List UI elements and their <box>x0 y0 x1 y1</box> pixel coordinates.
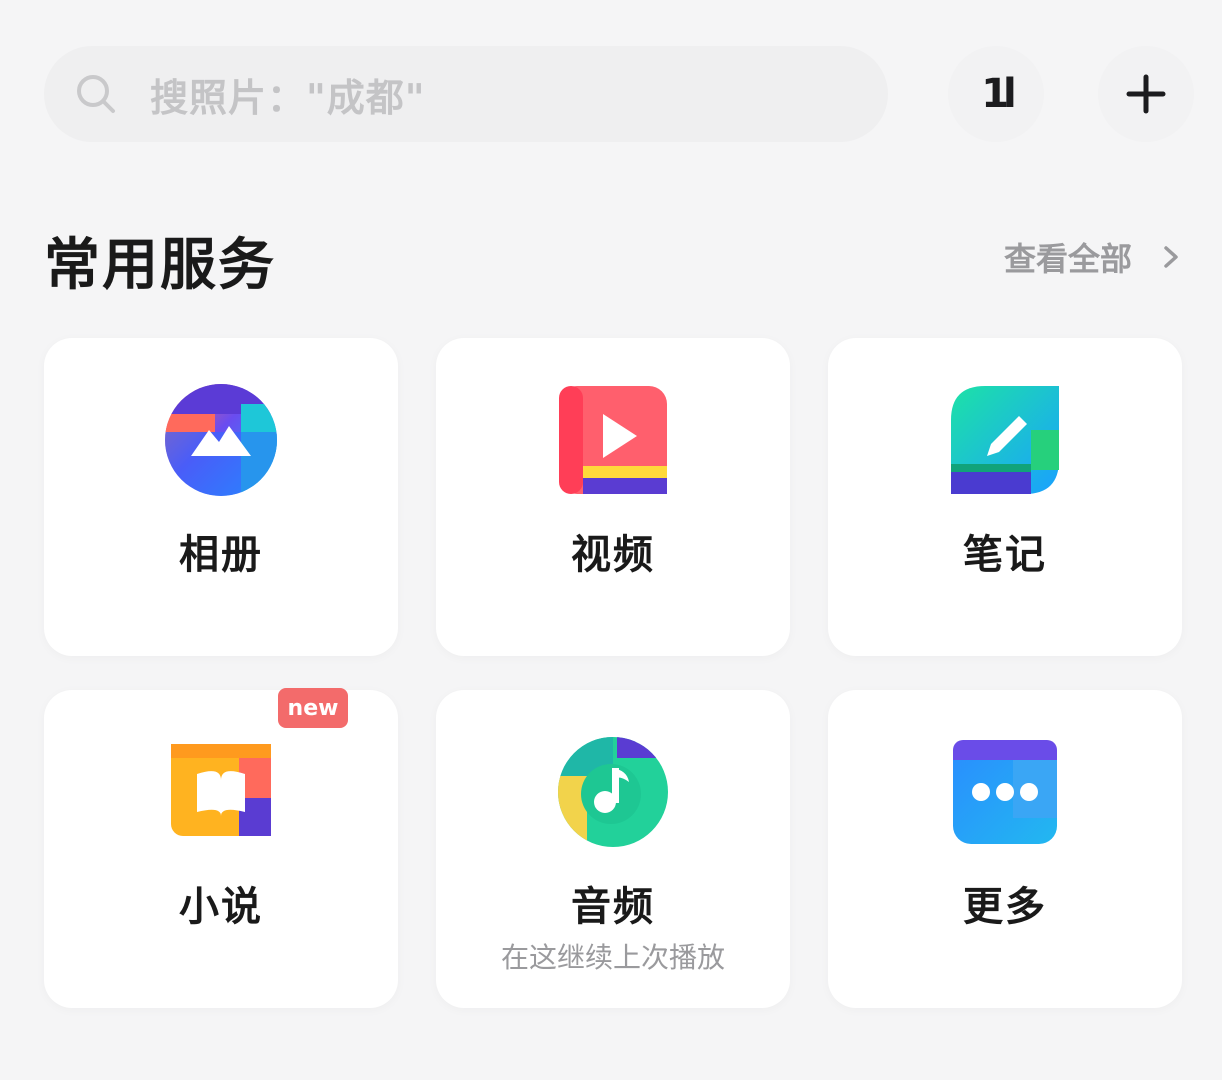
audio-icon <box>557 736 669 848</box>
service-label: 视频 <box>571 532 655 578</box>
search-icon <box>76 74 116 114</box>
sort-button[interactable]: 1l <box>948 46 1044 142</box>
new-badge: new <box>278 688 348 728</box>
sort-icon: 1l <box>981 71 1016 117</box>
add-button[interactable] <box>1098 46 1194 142</box>
search-bar[interactable]: 搜照片："成都" <box>44 46 888 142</box>
search-placeholder: 搜照片："成都" <box>150 75 426 120</box>
plus-icon <box>1126 74 1166 114</box>
view-all-link[interactable]: 查看全部 <box>1004 234 1184 280</box>
service-card-notes[interactable]: 笔记 <box>828 338 1182 656</box>
service-card-novel[interactable]: 小说 <box>44 690 398 1008</box>
service-card-video[interactable]: 视频 <box>436 338 790 656</box>
service-card-album[interactable]: 相册 <box>44 338 398 656</box>
album-icon <box>165 384 277 496</box>
service-label: 更多 <box>963 884 1047 930</box>
chevron-right-icon <box>1158 244 1184 270</box>
services-page: 搜照片："成都" 1l 常用服务 查看全部 相册 视频 笔记 小说 new 音频… <box>0 0 1222 1080</box>
service-label: 相册 <box>179 532 263 578</box>
notes-icon <box>949 384 1061 496</box>
service-subtitle: 在这继续上次播放 <box>500 941 725 974</box>
video-icon <box>557 384 669 496</box>
service-label: 笔记 <box>963 532 1047 578</box>
novel-icon <box>165 736 277 848</box>
service-label: 音频 <box>571 884 655 930</box>
section-title: 常用服务 <box>44 233 276 298</box>
more-icon <box>949 736 1061 848</box>
service-label: 小说 <box>179 884 263 930</box>
service-card-audio[interactable]: 音频 在这继续上次播放 <box>436 690 790 1008</box>
service-card-more[interactable]: 更多 <box>828 690 1182 1008</box>
view-all-label: 查看全部 <box>1003 240 1132 278</box>
